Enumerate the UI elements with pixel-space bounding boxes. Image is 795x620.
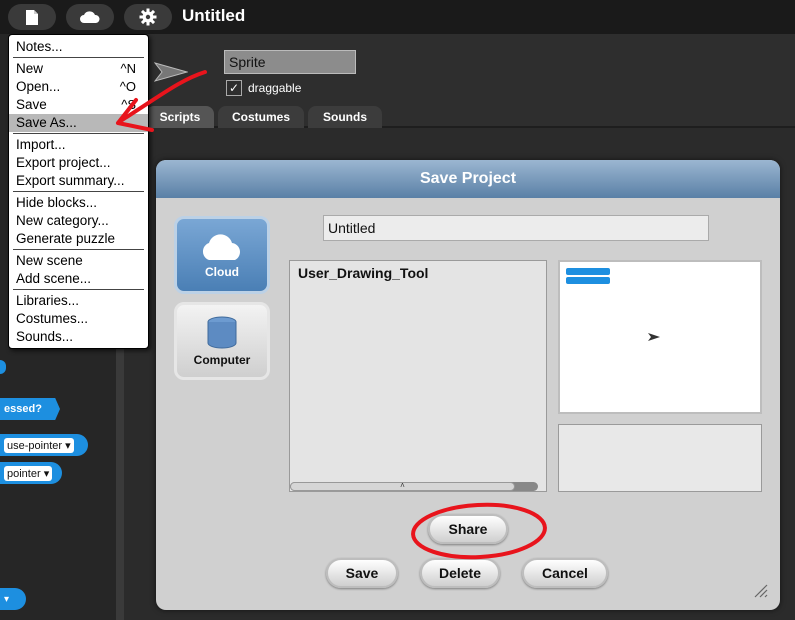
menu-item-export-summary[interactable]: Export summary...	[9, 172, 148, 190]
source-computer-label: Computer	[193, 353, 251, 367]
sprite-arrow-icon	[154, 62, 188, 82]
save-button[interactable]: Save	[326, 558, 398, 588]
resize-handle-icon[interactable]	[752, 582, 768, 598]
menu-item-save[interactable]: Save ^S	[9, 96, 148, 114]
project-list-scrollbar[interactable]: ˄	[290, 482, 538, 491]
gear-icon	[139, 8, 157, 26]
menu-shortcut: ^O	[119, 79, 136, 94]
key-pressed-label: essed?	[4, 403, 42, 415]
file-icon	[26, 9, 38, 25]
menu-item-export-project[interactable]: Export project...	[9, 154, 148, 172]
project-name-field[interactable]: Untitled	[323, 215, 709, 241]
scrollbar-thumb[interactable]: ˄	[290, 482, 515, 491]
top-bar: Untitled	[0, 0, 795, 34]
settings-button[interactable]	[124, 4, 172, 30]
dropdown-arrow-icon: ▾	[4, 593, 10, 605]
cloud-icon	[202, 233, 240, 260]
reporter-block[interactable]: ▾	[0, 588, 26, 610]
menu-shortcut: ^S	[121, 97, 136, 112]
menu-item-new-scene[interactable]: New scene	[9, 252, 148, 270]
mouse-pointer-reporter[interactable]: use-pointer ▾	[0, 434, 88, 456]
menu-item-costumes[interactable]: Costumes...	[9, 310, 148, 328]
menu-shortcut: ^N	[120, 61, 137, 76]
menu-item-notes[interactable]: Notes...	[9, 38, 148, 56]
project-title: Untitled	[182, 6, 246, 25]
menu-separator	[13, 133, 144, 134]
project-thumbnail	[558, 260, 762, 414]
menu-separator	[13, 289, 144, 290]
cloud-menu-button[interactable]	[66, 4, 114, 30]
menu-item-new-category[interactable]: New category...	[9, 212, 148, 230]
tab-costumes[interactable]: Costumes	[218, 106, 304, 128]
delete-button[interactable]: Delete	[420, 558, 500, 588]
tab-sounds[interactable]: Sounds	[308, 106, 382, 128]
draggable-checkbox[interactable]: ✓	[226, 80, 242, 96]
project-notes-field[interactable]	[558, 424, 762, 492]
save-project-dialog: Save Project Cloud Computer Untitled Use…	[156, 160, 780, 610]
draggable-label: draggable	[248, 81, 302, 95]
menu-item-import[interactable]: Import...	[9, 136, 148, 154]
menu-item-sounds[interactable]: Sounds...	[9, 328, 148, 346]
project-list[interactable]: User_Drawing_Tool	[289, 260, 547, 492]
thumbnail-block	[566, 277, 610, 284]
menu-separator	[13, 249, 144, 250]
tab-scripts[interactable]: Scripts	[146, 106, 214, 128]
pointer-dropdown[interactable]: pointer ▾	[4, 465, 53, 481]
file-menu-button[interactable]	[8, 4, 56, 30]
menu-item-generate-puzzle[interactable]: Generate puzzle	[9, 230, 148, 248]
share-button[interactable]: Share	[428, 514, 508, 544]
pointer-reporter[interactable]: pointer ▾	[0, 462, 62, 484]
cloud-icon	[80, 11, 100, 23]
file-menu: Notes... New ^N Open... ^O Save ^S Save As.…	[8, 34, 149, 349]
source-cloud-label: Cloud	[205, 264, 239, 279]
block-edge	[0, 360, 6, 374]
menu-item-add-scene[interactable]: Add scene...	[9, 270, 148, 288]
source-computer-button[interactable]: Computer	[174, 302, 270, 380]
menu-item-save-as[interactable]: Save As...	[9, 114, 148, 132]
menu-item-hide-blocks[interactable]: Hide blocks...	[9, 194, 148, 212]
project-list-item[interactable]: User_Drawing_Tool	[298, 265, 428, 281]
menu-item-new[interactable]: New ^N	[9, 60, 148, 78]
thumbnail-block	[566, 268, 610, 275]
menu-item-open[interactable]: Open... ^O	[9, 78, 148, 96]
menu-separator	[13, 191, 144, 192]
sprite-name-field[interactable]: Sprite	[224, 50, 356, 74]
menu-separator	[13, 57, 144, 58]
cancel-button[interactable]: Cancel	[522, 558, 608, 588]
database-icon	[207, 316, 237, 349]
source-cloud-button[interactable]: Cloud	[174, 216, 270, 294]
sprite-arrow-icon	[648, 333, 660, 341]
key-pressed-block[interactable]: essed?	[0, 398, 60, 420]
menu-item-libraries[interactable]: Libraries...	[9, 292, 148, 310]
dialog-title: Save Project	[156, 160, 780, 198]
mouse-pointer-dropdown[interactable]: use-pointer ▾	[4, 437, 74, 453]
